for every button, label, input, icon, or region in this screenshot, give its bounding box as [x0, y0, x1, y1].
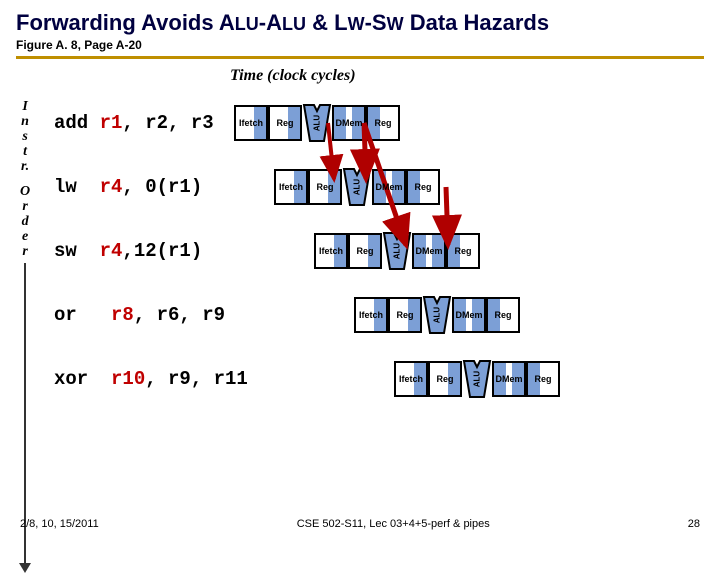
instruction-row: add r1, r2, r3 Ifetch Reg ALU DMem Reg — [54, 95, 714, 151]
stage-box: Reg — [366, 105, 400, 141]
slide-title: Forwarding Avoids ALU-ALU & LW-SW Data H… — [0, 0, 720, 38]
stage-box: DMem — [332, 105, 366, 141]
pipeline-stages: Ifetch Reg ALU DMem Reg — [394, 359, 560, 399]
time-axis-label: Time (clock cycles) — [0, 67, 720, 85]
footer-page-number: 28 — [688, 518, 700, 530]
alu-icon: ALU — [342, 167, 372, 207]
title-rule — [16, 56, 704, 59]
instruction-text: xor r10, r9, r11 — [54, 368, 234, 390]
stage-box: Reg — [406, 169, 440, 205]
stage-box: Ifetch — [274, 169, 308, 205]
stage-box: Reg — [268, 105, 302, 141]
alu-icon: ALU — [382, 231, 412, 271]
stage-box: Reg — [446, 233, 480, 269]
stage-box: DMem — [372, 169, 406, 205]
instruction-text: sw r4,12(r1) — [54, 240, 234, 262]
instruction-text: add r1, r2, r3 — [54, 112, 234, 134]
stage-box: Reg — [486, 297, 520, 333]
stage-box: Ifetch — [314, 233, 348, 269]
footer-course: CSE 502-S11, Lec 03+4+5-perf & pipes — [297, 518, 490, 530]
instruction-text: or r8, r6, r9 — [54, 304, 234, 326]
instruction-row: xor r10, r9, r11 Ifetch Reg ALU DMem Reg — [54, 351, 714, 407]
pipeline-stages: Ifetch Reg ALU DMem Reg — [234, 103, 400, 143]
pipeline-rows: add r1, r2, r3 Ifetch Reg ALU DMem Reg l… — [54, 95, 714, 415]
slide-footer: 2/8, 10, 15/2011 CSE 502-S11, Lec 03+4+5… — [0, 518, 720, 530]
stage-box: Ifetch — [394, 361, 428, 397]
instruction-text: lw r4, 0(r1) — [54, 176, 234, 198]
stage-box: DMem — [452, 297, 486, 333]
diagram-body: I n s t r. O r d e r add r1, r2, r3 Ifet… — [0, 95, 720, 455]
stage-box: Reg — [348, 233, 382, 269]
instruction-row: sw r4,12(r1) Ifetch Reg ALU DMem Reg — [54, 223, 714, 279]
alu-icon: ALU — [422, 295, 452, 335]
alu-icon: ALU — [462, 359, 492, 399]
slide-subtitle: Figure A. 8, Page A-20 — [0, 38, 720, 56]
pipeline-stages: Ifetch Reg ALU DMem Reg — [274, 167, 440, 207]
instr-order-axis: I n s t r. O r d e r — [20, 99, 30, 563]
pipeline-stages: Ifetch Reg ALU DMem Reg — [354, 295, 520, 335]
axis-label-order: O r d e r — [20, 184, 30, 259]
axis-label-instr: I n s t r. — [21, 99, 29, 174]
stage-box: Reg — [308, 169, 342, 205]
footer-date: 2/8, 10, 15/2011 — [20, 518, 99, 530]
stage-box: Reg — [388, 297, 422, 333]
stage-box: DMem — [492, 361, 526, 397]
instruction-row: or r8, r6, r9 Ifetch Reg ALU DMem Reg — [54, 287, 714, 343]
stage-box: Reg — [526, 361, 560, 397]
stage-box: Reg — [428, 361, 462, 397]
instruction-row: lw r4, 0(r1) Ifetch Reg ALU DMem Reg — [54, 159, 714, 215]
stage-box: Ifetch — [354, 297, 388, 333]
stage-box: Ifetch — [234, 105, 268, 141]
alu-icon: ALU — [302, 103, 332, 143]
stage-box: DMem — [412, 233, 446, 269]
pipeline-stages: Ifetch Reg ALU DMem Reg — [314, 231, 480, 271]
